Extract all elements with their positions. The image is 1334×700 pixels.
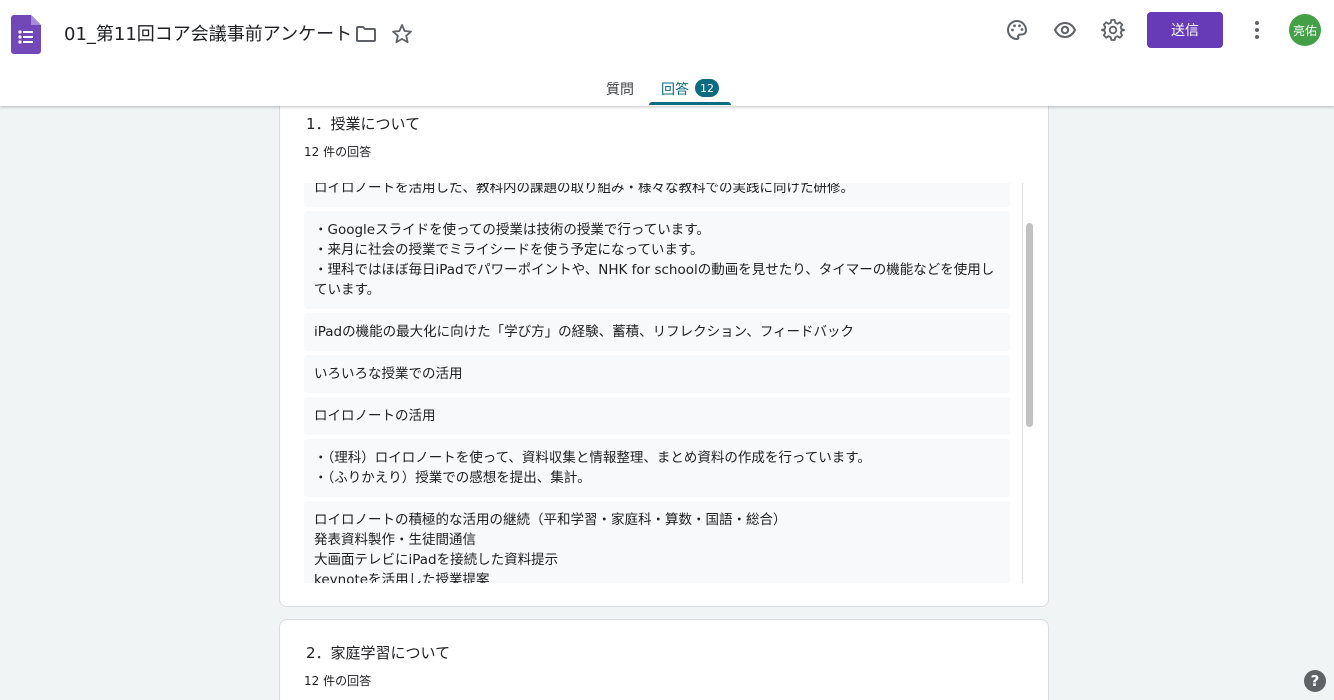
preview-eye-icon[interactable]	[1053, 18, 1077, 42]
response-item: ロイロノートを活用した、教科内の課題の取り組み・様々な教科での実践に向けた研修。	[304, 183, 1010, 207]
question-title: 2．家庭学習について	[306, 644, 451, 662]
palette-icon[interactable]	[1005, 18, 1029, 42]
tab-questions[interactable]: 質問	[606, 72, 634, 106]
question-summary-card: 1．授業について 12 件の回答 ロイロノートを活用した、教科内の課題の取り組み…	[279, 96, 1049, 607]
scrollbar[interactable]	[1022, 183, 1034, 583]
response-list: ロイロノートを活用した、教科内の課題の取り組み・様々な教科での実践に向けた研修。…	[304, 183, 1010, 583]
forms-logo-icon[interactable]	[11, 15, 41, 54]
app-header: 01_第11回コア会議事前アンケート 送信 亮佑 質問 回答 12	[0, 0, 1334, 106]
response-count-text: 12 件の回答	[304, 145, 372, 159]
response-item: ・Googleスライドを使っての授業は技術の授業で行っています。 ・来月に社会の…	[304, 211, 1010, 309]
tab-responses[interactable]: 回答 12	[649, 72, 731, 106]
response-item: iPadの機能の最大化に向けた「学び方」の経験、蓄積、リフレクション、フィードバ…	[304, 313, 1010, 351]
tab-responses-label: 回答	[661, 82, 689, 98]
star-icon[interactable]	[390, 22, 414, 46]
tab-questions-label: 質問	[606, 82, 634, 98]
send-button[interactable]: 送信	[1147, 12, 1223, 48]
response-list-scroll-area[interactable]: ロイロノートを活用した、教科内の課題の取り組み・様々な教科での実践に向けた研修。…	[304, 183, 1034, 583]
response-item: ・（理科）ロイロノートを使って、資料収集と情報整理、まとめ資料の作成を行っていま…	[304, 439, 1010, 497]
active-tab-indicator	[649, 102, 731, 105]
responses-count-badge: 12	[695, 79, 719, 97]
question-summary-card: 2．家庭学習について 12 件の回答	[279, 619, 1049, 700]
response-count-text: 12 件の回答	[304, 674, 372, 688]
response-item: いろいろな授業での活用	[304, 355, 1010, 393]
folder-icon[interactable]	[354, 22, 378, 46]
response-item: ロイロノートの積極的な活用の継続（平和学習・家庭科・算数・国語・総合） 発表資料…	[304, 501, 1010, 583]
more-options-icon[interactable]	[1247, 18, 1267, 42]
response-item: ロイロノートの活用	[304, 397, 1010, 435]
scrollbar-thumb[interactable]	[1026, 223, 1033, 427]
question-title: 1．授業について	[306, 115, 421, 133]
form-tabs: 質問 回答 12	[0, 72, 1334, 106]
help-icon[interactable]: ?	[1304, 670, 1326, 692]
document-title[interactable]: 01_第11回コア会議事前アンケート	[64, 20, 352, 46]
settings-gear-icon[interactable]	[1101, 18, 1125, 42]
user-avatar[interactable]: 亮佑	[1289, 14, 1321, 46]
